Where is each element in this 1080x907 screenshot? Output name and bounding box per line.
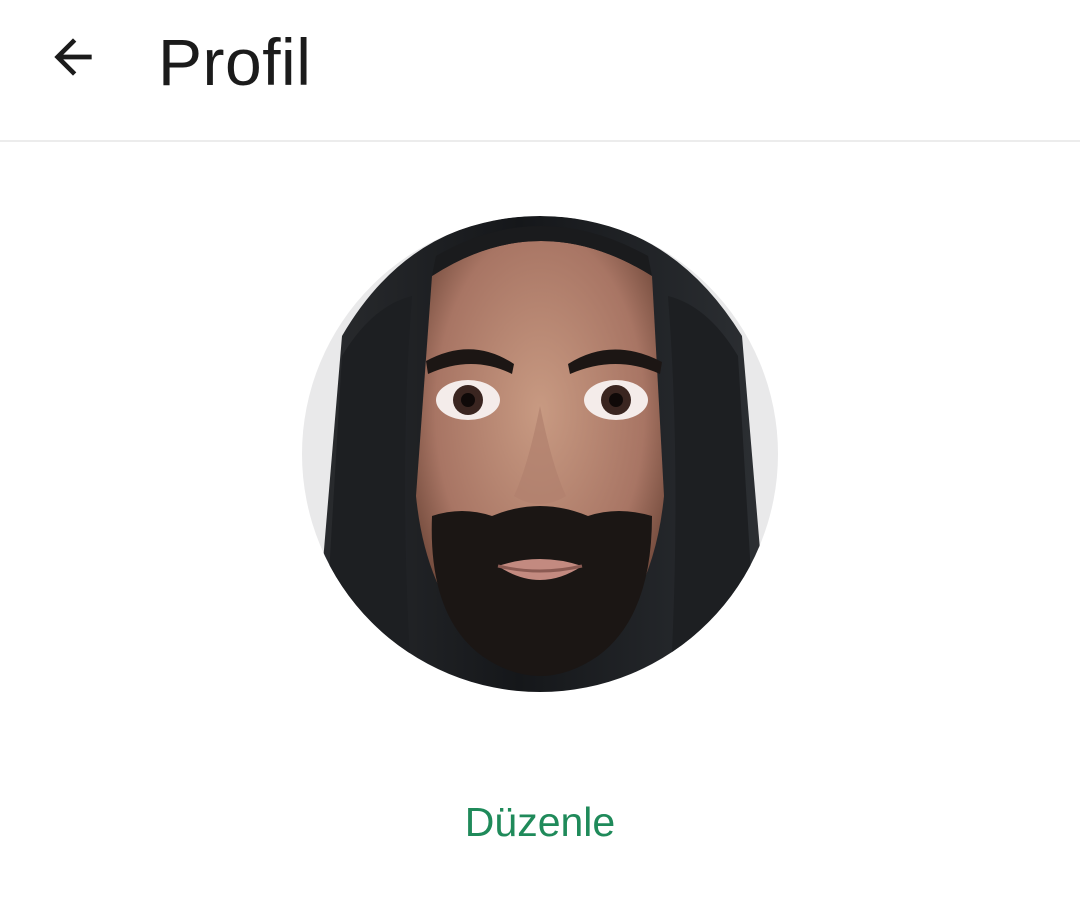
app-bar: Profil — [0, 0, 1080, 142]
back-button[interactable] — [30, 14, 116, 100]
profile-photo — [302, 216, 778, 692]
avatar[interactable] — [302, 216, 778, 692]
arrow-left-icon — [54, 38, 92, 76]
edit-button[interactable]: Düzenle — [420, 790, 660, 854]
page-title: Profil — [158, 25, 312, 99]
